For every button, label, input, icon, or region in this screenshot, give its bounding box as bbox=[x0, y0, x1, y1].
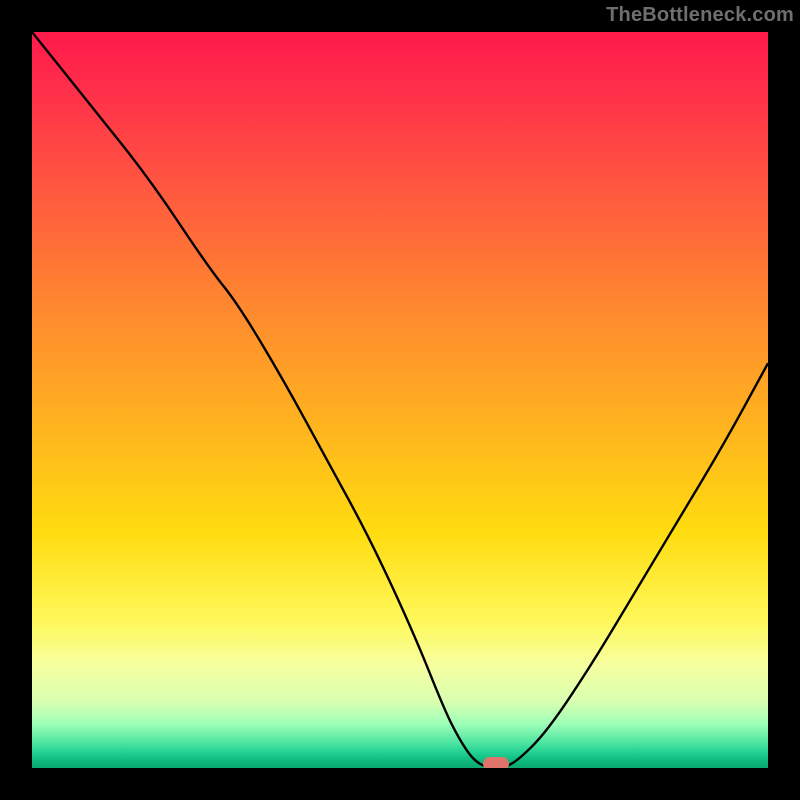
heat-gradient-background bbox=[32, 32, 768, 768]
optimal-point-marker bbox=[483, 757, 509, 768]
chart-frame: TheBottleneck.com bbox=[0, 0, 800, 800]
watermark-text: TheBottleneck.com bbox=[606, 4, 794, 27]
plot-area bbox=[32, 32, 768, 768]
